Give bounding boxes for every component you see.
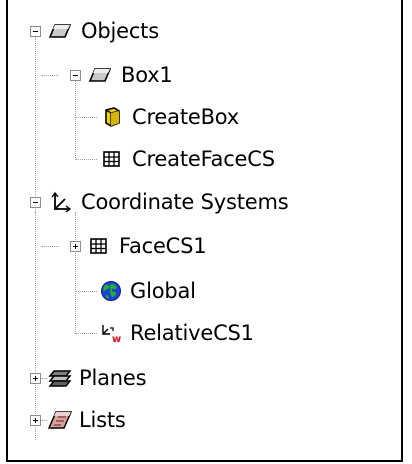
tree-item-facecs1[interactable]: FaceCS1 <box>88 228 207 264</box>
tree-item-createbox[interactable]: CreateBox <box>99 99 239 135</box>
collapse-toggle-coordinate-systems[interactable] <box>30 197 41 208</box>
relative-cs-icon: w <box>102 325 121 344</box>
model-tree: Objects Box1 CreateBox CreateFaceCS Coor… <box>8 0 401 460</box>
tree-connector <box>75 78 76 160</box>
create-box-icon <box>105 107 120 127</box>
expand-toggle-facecs1[interactable] <box>70 241 81 252</box>
object-parallelogram-icon <box>48 24 72 38</box>
tree-connector <box>35 36 36 212</box>
tree-item-label: FaceCS1 <box>119 234 207 258</box>
tree-item-createfacecs[interactable]: CreateFaceCS <box>99 141 275 177</box>
tree-connector <box>75 333 97 334</box>
tree-item-lists[interactable]: Lists <box>48 402 126 438</box>
tree-item-label: Coordinate Systems <box>81 190 289 214</box>
tree-connector <box>75 291 97 292</box>
tree-item-label: Box1 <box>121 63 173 87</box>
tree-item-label: RelativeCS1 <box>130 321 254 345</box>
tree-connector <box>41 75 59 76</box>
tree-connector <box>41 420 47 421</box>
tree-item-objects[interactable]: Objects <box>48 13 159 49</box>
collapse-toggle-objects[interactable] <box>30 26 41 37</box>
tree-item-label: CreateFaceCS <box>132 147 275 171</box>
lists-icon <box>48 411 72 429</box>
tree-item-label: CreateBox <box>132 105 240 129</box>
tree-connector <box>35 212 36 440</box>
tree-connector <box>75 212 76 334</box>
tree-item-label: Planes <box>79 366 147 390</box>
tree-item-relativecs1[interactable]: w RelativeCS1 <box>99 315 254 351</box>
planes-icon <box>48 370 72 387</box>
tree-item-coordinate-systems[interactable]: Coordinate Systems <box>48 184 289 220</box>
face-cs-grid-icon <box>103 151 120 167</box>
face-cs-grid-icon <box>90 238 107 254</box>
coordinate-axes-icon <box>51 191 72 213</box>
collapse-toggle-box1[interactable] <box>70 70 81 81</box>
expand-toggle-planes[interactable] <box>30 373 41 384</box>
tree-connector <box>41 246 59 247</box>
tree-item-label: Objects <box>81 19 159 43</box>
tree-item-label: Global <box>130 279 196 303</box>
tree-item-global[interactable]: Global <box>99 273 196 309</box>
object-parallelogram-icon <box>88 68 112 82</box>
tree-connector <box>75 117 97 118</box>
tree-item-planes[interactable]: Planes <box>48 360 147 396</box>
tree-item-box1[interactable]: Box1 <box>88 57 173 93</box>
expand-toggle-lists[interactable] <box>30 415 41 426</box>
history-tree-panel: Objects Box1 CreateBox CreateFaceCS Coor… <box>6 0 403 462</box>
tree-item-label: Lists <box>79 408 126 432</box>
tree-connector <box>41 378 47 379</box>
tree-connector <box>75 159 97 160</box>
svg-text:w: w <box>112 334 121 344</box>
globe-icon <box>101 281 121 301</box>
